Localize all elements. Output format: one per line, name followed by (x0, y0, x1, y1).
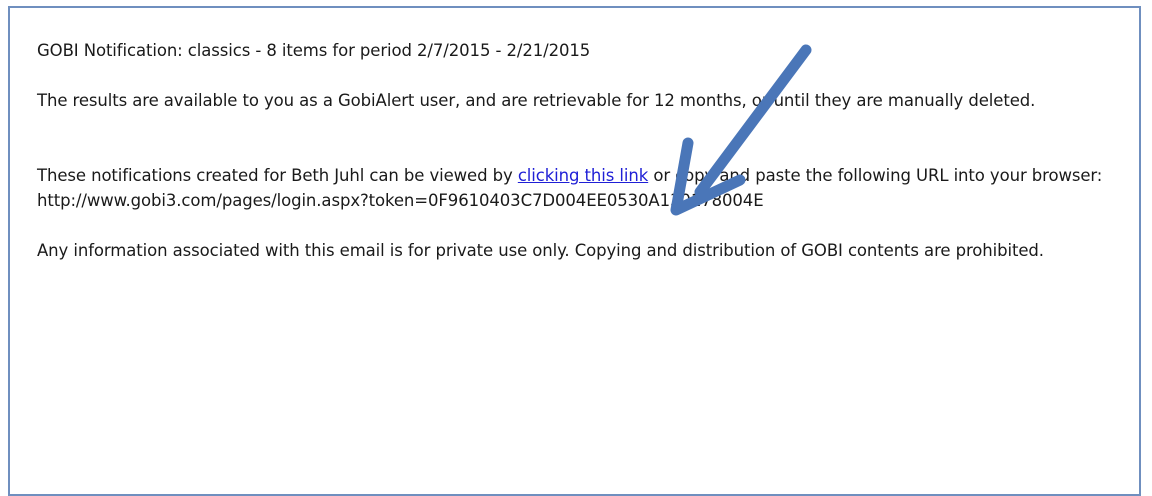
login-url: http://www.gobi3.com/pages/login.aspx?to… (37, 191, 764, 210)
clicking-this-link[interactable]: clicking this link (518, 166, 648, 185)
notification-subject: GOBI Notification: classics - 8 items fo… (37, 41, 591, 60)
privacy-notice: Any information associated with this ema… (37, 241, 1044, 260)
email-content: GOBI Notification: classics - 8 items fo… (37, 38, 1147, 263)
view-instructions: These notifications created for Beth Juh… (37, 163, 1147, 188)
view-text-after: or copy and paste the following URL into… (653, 166, 1103, 185)
email-body-frame: GOBI Notification: classics - 8 items fo… (8, 6, 1141, 496)
view-text-before: These notifications created for Beth Juh… (37, 166, 513, 185)
availability-text: The results are available to you as a Go… (37, 91, 1036, 110)
